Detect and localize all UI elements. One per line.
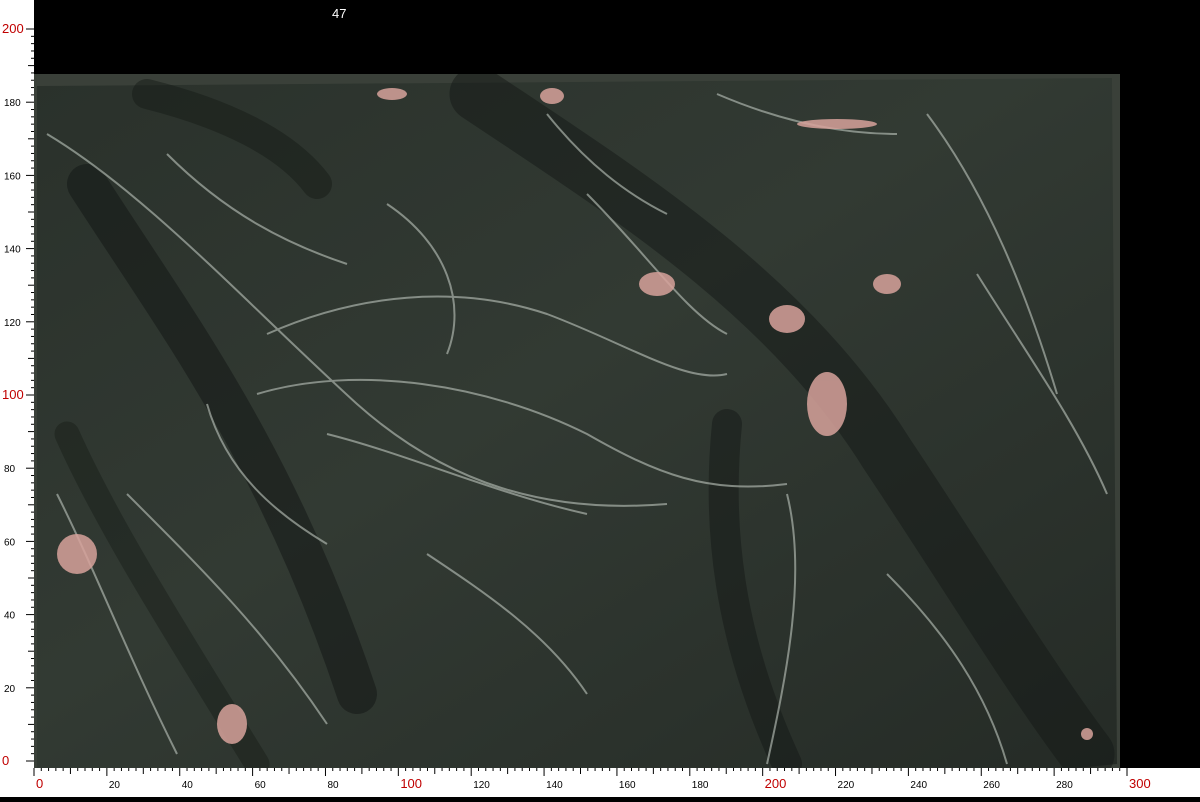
ruler-x-label: 260: [983, 780, 1000, 791]
ruler-x-label: 60: [255, 780, 267, 791]
ruler-x-label: 40: [182, 780, 194, 791]
ruler-x-label: 300: [1129, 776, 1151, 791]
ruler-x-label: 160: [619, 780, 636, 791]
ruler-y-label: 120: [4, 318, 21, 329]
ruler-x-label: 80: [327, 780, 339, 791]
ruler-y-label: 60: [4, 537, 16, 548]
ruler-y-label: 100: [2, 387, 24, 402]
ruler-y-label: 180: [4, 98, 21, 109]
ruler-y-label: 160: [4, 171, 21, 182]
ruler-x-label: 0: [36, 776, 43, 791]
ruler-x-label: 220: [838, 780, 855, 791]
ruler-x-label: 280: [1056, 780, 1073, 791]
ruler-x-label: 20: [109, 780, 121, 791]
ruler-y-label: 140: [4, 245, 21, 256]
marble-slab-image: [27, 74, 1120, 768]
ruler-x-label: 180: [692, 780, 709, 791]
ruler-x-label: 240: [910, 780, 927, 791]
ruler-x-label: 200: [765, 776, 787, 791]
ruler-x-label: 100: [400, 776, 422, 791]
ruler-y-label: 0: [2, 753, 9, 768]
ruler-y-label: 20: [4, 684, 16, 695]
ruler-y-label: 200: [2, 21, 24, 36]
ruler-y-label: 40: [4, 611, 16, 622]
ruler-x-label: 120: [473, 780, 490, 791]
ruler-x-label: 140: [546, 780, 563, 791]
ruler-y-label: 80: [4, 464, 16, 475]
horizontal-ruler: 0 20 40 60 80 100 120 140 160 180 200 220 240 260 280 3…: [0, 768, 1200, 797]
slab-number: 47: [332, 6, 347, 21]
vertical-ruler: 0 20 40 60 80 100 120 140 160 180 200: [0, 0, 34, 780]
